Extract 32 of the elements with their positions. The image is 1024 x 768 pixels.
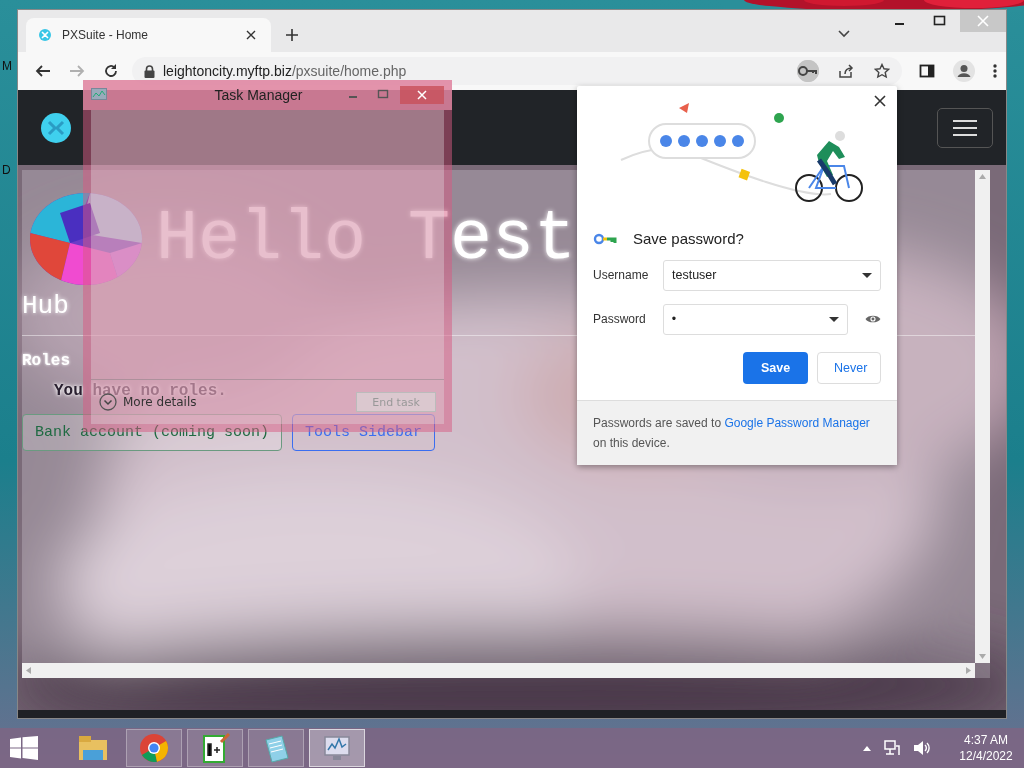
chart-window-icon bbox=[91, 88, 107, 102]
lock-icon bbox=[144, 64, 155, 78]
logo-icon[interactable] bbox=[40, 111, 72, 144]
url-path: /pxsuite/home.php bbox=[291, 63, 407, 79]
menu-icon bbox=[953, 118, 977, 137]
reload-icon[interactable] bbox=[103, 63, 119, 79]
chevron-down-icon[interactable] bbox=[838, 30, 850, 38]
clock[interactable]: 4:37 AM 12/4/2022 bbox=[956, 732, 1016, 764]
profile-icon[interactable] bbox=[953, 60, 975, 82]
network-icon[interactable] bbox=[884, 740, 900, 756]
share-icon[interactable] bbox=[838, 63, 854, 79]
desktop-icon-label[interactable]: M bbox=[2, 59, 12, 73]
tab-title: PXSuite - Home bbox=[62, 28, 150, 42]
side-panel-icon[interactable] bbox=[919, 63, 935, 79]
close-icon[interactable] bbox=[245, 29, 257, 41]
volume-icon[interactable] bbox=[913, 740, 931, 756]
windows-start-icon[interactable] bbox=[10, 736, 38, 760]
close-icon[interactable] bbox=[874, 95, 886, 107]
star-icon[interactable] bbox=[874, 63, 890, 79]
menu-button[interactable] bbox=[937, 107, 993, 148]
back-arrow-icon[interactable] bbox=[35, 63, 51, 79]
desktop-icon-label[interactable]: D bbox=[2, 163, 11, 177]
new-tab-icon[interactable] bbox=[285, 28, 299, 42]
taskbar-button[interactable] bbox=[187, 729, 243, 767]
browser-tab[interactable]: PXSuite - Home bbox=[26, 18, 271, 52]
taskbar-button[interactable] bbox=[248, 729, 304, 767]
caret-up-icon[interactable] bbox=[863, 745, 871, 751]
url-host: leightoncity.myftp.biz bbox=[163, 63, 292, 79]
taskbar-button[interactable] bbox=[126, 729, 182, 767]
window-title: Task Manager bbox=[214, 87, 303, 103]
menu-icon[interactable] bbox=[993, 63, 997, 79]
address-bar[interactable]: leightoncity.myftp.biz/pxsuite/home.php bbox=[132, 57, 902, 85]
